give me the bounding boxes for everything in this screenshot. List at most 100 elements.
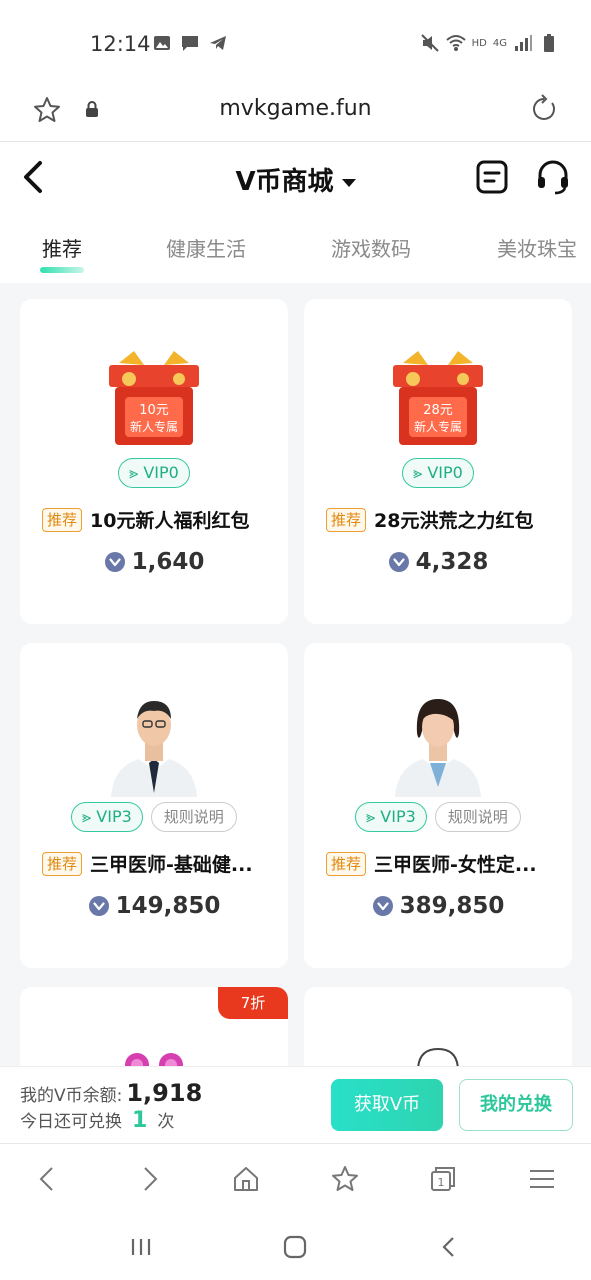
rules-button[interactable]: 规则说明 [150,802,237,832]
vip-level-text: VIP3 [96,807,132,826]
product-card[interactable]: 10元 新人专属 ⪢ VIP0 推荐 10元新人福利红包 1,640 [20,299,288,624]
vip-level-text: VIP3 [380,807,416,826]
signal-icon [515,35,532,51]
system-back-icon[interactable] [435,1233,463,1261]
hd-label: HD [471,37,487,49]
gift-bag-image [417,1047,459,1066]
mute-icon [420,34,439,52]
customer-service-headset-icon[interactable] [535,159,571,195]
price-row: 1,640 [20,549,288,575]
product-price: 1,640 [131,549,205,575]
telegram-icon [210,36,226,50]
product-card[interactable] [304,987,572,1066]
product-title-row: 推荐 10元新人福利红包 [42,506,274,533]
home-icon[interactable] [231,1164,261,1194]
app-header: V币商城 [0,143,591,213]
product-grid: 10元 新人专属 ⪢ VIP0 推荐 10元新人福利红包 1,640 28元 新… [0,283,591,1066]
wifi-icon [445,35,466,51]
balance-bar: 我的V币余额: 1,918 今日还可兑换 1 次 获取V币 我的兑换 [0,1066,591,1143]
pink-bear-toy-image [125,1053,183,1066]
tab-recommend[interactable]: 推荐 [42,233,82,262]
menu-icon[interactable] [527,1164,557,1194]
product-card[interactable]: 28元 新人专属 ⪢ VIP0 推荐 28元洪荒之力红包 4,328 [304,299,572,624]
discount-badge: 7折 [218,987,288,1019]
my-exchanges-button[interactable]: 我的兑换 [459,1079,573,1131]
status-notifications [152,33,228,53]
product-title-row: 推荐 三甲医师-女性定... [326,850,558,877]
product-card[interactable]: ⪢ VIP3 规则说明 推荐 三甲医师-女性定... 389,850 [304,643,572,968]
product-title: 三甲医师-基础健... [90,854,253,876]
tabs-icon[interactable]: 1 [428,1164,458,1194]
rules-button[interactable]: 规则说明 [434,802,521,832]
recommend-tag: 推荐 [42,851,83,876]
price-row: 4,328 [304,549,572,575]
network-label: 4G [492,37,507,49]
price-row: 149,850 [20,893,288,919]
v-coin-icon [88,896,109,916]
balance-line: 我的V币余额: 1,918 [20,1079,202,1107]
category-tabs: 推荐 健康生活 游戏数码 美妆珠宝 [0,213,591,283]
vip-level-badge: ⪢ VIP3 [355,802,427,832]
browser-back-icon[interactable] [33,1164,63,1194]
vip-level-badge: ⪢ VIP0 [118,458,190,488]
image-label-amount: 10元 [139,403,169,418]
status-bar: 12:14 HD 4G [0,0,591,88]
v-coin-icon [388,552,409,572]
badge-row: ⪢ VIP0 [304,458,572,488]
url-address[interactable]: mvkgame.fun [0,96,591,121]
badge-row: ⪢ VIP3 规则说明 [304,802,572,832]
product-price: 149,850 [115,893,221,919]
female-doctor-image [395,699,481,797]
battery-icon [544,34,554,52]
get-v-coins-button[interactable]: 获取V币 [331,1079,443,1131]
badge-row: ⪢ VIP3 规则说明 [20,802,288,832]
recommend-tag: 推荐 [326,851,367,876]
browser-bottom-nav: 1 [0,1143,591,1213]
remaining-suffix: 次 [157,1112,175,1132]
remaining-exchanges-line: 今日还可兑换 1 次 [20,1107,174,1133]
product-price: 389,850 [399,893,505,919]
status-system-icons: HD 4G [420,33,559,53]
badge-row: ⪢ VIP0 [20,458,288,488]
red-envelope-gift-box-image: 28元 新人专属 [393,351,483,445]
bookmarks-icon[interactable] [330,1164,360,1194]
product-card[interactable]: 7折 [20,987,288,1066]
product-price: 4,328 [415,549,489,575]
svg-text:1: 1 [438,1176,445,1189]
caret-down-icon [341,178,356,187]
price-row: 389,850 [304,893,572,919]
product-title-row: 推荐 三甲医师-基础健... [42,850,274,877]
vip-level-text: VIP0 [143,463,179,482]
balance-label: 我的V币余额: [20,1086,123,1106]
recent-apps-icon[interactable] [127,1233,155,1261]
system-nav-bar [0,1213,591,1280]
vip-level-badge: ⪢ VIP3 [71,802,143,832]
orders-list-icon[interactable] [475,159,509,195]
red-envelope-gift-box-image: 10元 新人专属 [109,351,199,445]
page-title-text: V币商城 [235,167,334,197]
product-title: 10元新人福利红包 [90,510,250,532]
remaining-count: 1 [132,1108,148,1133]
vip-level-text: VIP0 [427,463,463,482]
balance-value: 1,918 [126,1079,203,1107]
message-icon [182,36,198,51]
tab-health-life[interactable]: 健康生活 [166,233,246,262]
tab-games-digital[interactable]: 游戏数码 [331,233,411,262]
browser-forward-icon[interactable] [134,1164,164,1194]
product-card[interactable]: ⪢ VIP3 规则说明 推荐 三甲医师-基础健... 149,850 [20,643,288,968]
male-doctor-image [111,701,197,797]
product-title: 28元洪荒之力红包 [374,510,534,532]
reload-icon[interactable] [529,94,559,124]
product-title: 三甲医师-女性定... [374,854,537,876]
v-coin-icon [372,896,393,916]
tab-beauty-jewelry[interactable]: 美妆珠宝 [497,233,577,262]
active-tab-indicator [40,267,84,273]
vip-level-badge: ⪢ VIP0 [402,458,474,488]
image-label-amount: 28元 [423,403,453,418]
remaining-prefix: 今日还可兑换 [20,1112,122,1132]
recommend-tag: 推荐 [42,507,83,532]
image-label-newuser: 新人专属 [130,419,178,434]
gallery-icon [154,36,170,50]
image-label-newuser: 新人专属 [414,419,462,434]
system-home-icon[interactable] [281,1233,309,1261]
